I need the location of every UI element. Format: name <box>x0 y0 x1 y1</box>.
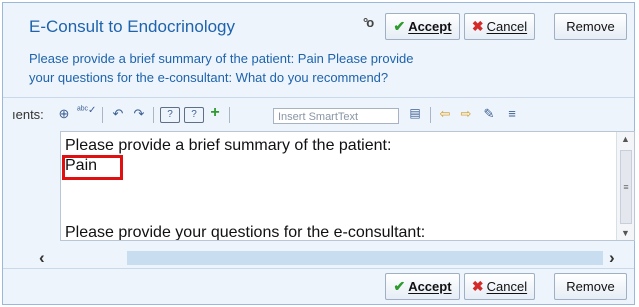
remove-label: Remove <box>566 279 615 294</box>
cancel-label: Cancel <box>486 19 528 34</box>
cancel-button-bottom[interactable]: ✖ Cancel <box>464 273 535 300</box>
cancel-label: Cancel <box>486 279 528 294</box>
previous-field-icon[interactable]: ⇦ <box>436 106 454 122</box>
spellcheck-icon[interactable]: ᵃᵇᶜ✓ <box>77 105 96 116</box>
vertical-scrollbar[interactable]: ▲ ≡ ▼ <box>616 132 634 240</box>
smarttext-browse-icon[interactable]: ▤ <box>406 106 424 120</box>
next-field-icon[interactable]: ⇨ <box>457 106 475 122</box>
cancel-button-top[interactable]: ✖ Cancel <box>464 13 535 40</box>
econsult-panel: E-Consult to Endocrinology °o ✔ Accept ✖… <box>2 2 635 305</box>
toolbar-separator <box>153 107 154 123</box>
toolbar-separator <box>430 107 431 123</box>
scroll-up-icon[interactable]: ▲ <box>617 134 634 144</box>
accept-check-icon: ✔ <box>393 18 406 34</box>
scroll-right-icon[interactable]: › <box>609 248 615 268</box>
toolbar-separator <box>102 107 103 123</box>
undo-icon[interactable]: ↶ <box>109 106 127 122</box>
accept-label: Accept <box>408 19 452 34</box>
panel-title: E-Consult to Endocrinology <box>29 17 236 36</box>
editor-line-1: Please provide a brief summary of the pa… <box>65 137 392 154</box>
divider <box>3 268 634 269</box>
divider <box>3 97 634 98</box>
link-icon[interactable]: °o <box>363 15 374 30</box>
help-field-icon[interactable]: ? <box>160 107 180 123</box>
redo-icon[interactable]: ↷ <box>130 106 148 122</box>
add-icon[interactable]: ⊕ <box>55 106 73 122</box>
scroll-thumb[interactable]: ≡ <box>620 150 632 224</box>
remove-label: Remove <box>566 19 615 34</box>
editor-line-3: Please provide your questions for the e-… <box>65 224 426 241</box>
toolbar-label: ıents: <box>12 107 44 122</box>
note-editor[interactable]: Please provide a brief summary of the pa… <box>60 131 635 241</box>
edit-link-icon[interactable]: ✎ <box>480 106 498 122</box>
remove-button-top[interactable]: Remove <box>554 13 627 40</box>
accept-check-icon: ✔ <box>393 278 406 294</box>
remove-button-bottom[interactable]: Remove <box>554 273 627 300</box>
accept-button-top[interactable]: ✔ Accept <box>385 13 460 40</box>
cancel-x-icon: ✖ <box>471 278 484 294</box>
accept-button-bottom[interactable]: ✔ Accept <box>385 273 460 300</box>
summary-text: Please provide a brief summary of the pa… <box>29 49 509 87</box>
highlight-box <box>62 155 123 180</box>
scroll-down-icon[interactable]: ▼ <box>617 228 634 238</box>
summary-line-2: your questions for the e-consultant: Wha… <box>29 70 389 85</box>
help-smartlist-icon[interactable]: ? <box>184 107 204 123</box>
smarttext-input[interactable]: Insert SmartText <box>273 108 399 124</box>
toolbar-separator <box>229 107 230 123</box>
plus-icon[interactable]: + <box>206 104 224 122</box>
scroll-track[interactable] <box>127 251 603 265</box>
horizontal-scrollbar[interactable]: ‹ › <box>3 248 634 269</box>
insert-text-icon[interactable]: ≡ <box>503 106 521 121</box>
accept-label: Accept <box>408 279 452 294</box>
cancel-x-icon: ✖ <box>471 18 484 34</box>
scroll-left-icon[interactable]: ‹ <box>39 248 45 268</box>
summary-line-1: Please provide a brief summary of the pa… <box>29 51 414 66</box>
